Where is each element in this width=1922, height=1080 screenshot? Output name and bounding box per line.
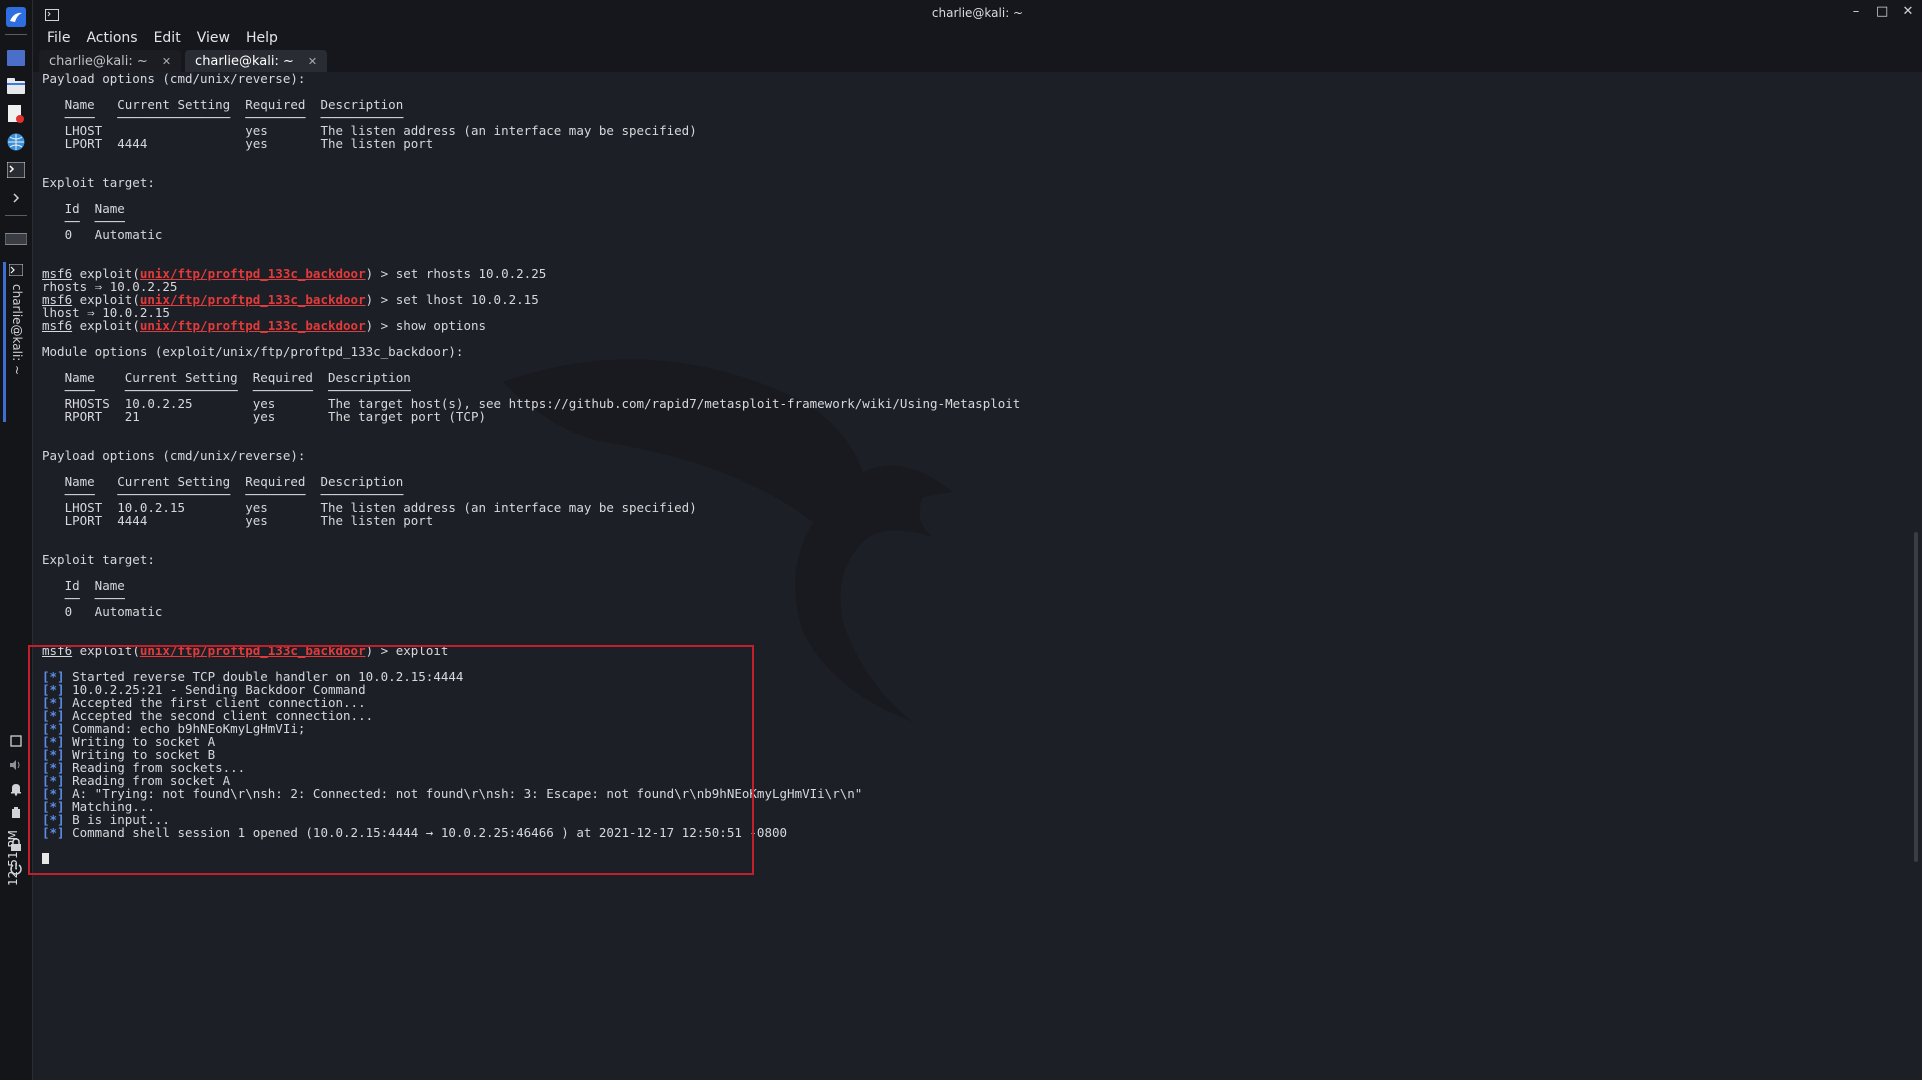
terminal-line: RPORT 21 yes The target port (TCP): [42, 409, 487, 424]
expand-chevron-icon[interactable]: [5, 187, 27, 209]
window-titlebar: charlie@kali: ~ – □ ✕: [33, 0, 1922, 26]
workspace-switcher[interactable]: [5, 228, 27, 250]
menu-view[interactable]: View: [197, 30, 230, 46]
menu-file[interactable]: File: [47, 30, 70, 46]
terminal-line: Id Name: [42, 201, 125, 216]
terminal-line: Exploit target:: [42, 175, 155, 190]
battery-icon[interactable]: [5, 802, 27, 824]
terminal-line: 0 Automatic: [42, 604, 163, 619]
tab-terminal-2[interactable]: charlie@kali: ~ ✕: [185, 50, 328, 72]
terminal-line: Id Name: [42, 578, 125, 593]
window-title: charlie@kali: ~: [931, 6, 1024, 20]
terminal-icon[interactable]: [5, 159, 27, 181]
highlight-box: [28, 645, 754, 875]
terminal-line: ── ────: [42, 214, 125, 229]
display-icon[interactable]: [5, 730, 27, 752]
terminal-line: LPORT 4444 yes The listen port: [42, 513, 434, 528]
taskbar-item-label: charlie@kali: ~: [10, 284, 24, 376]
menu-bar: File Actions Edit View Help: [33, 26, 1922, 50]
menu-help[interactable]: Help: [246, 30, 278, 46]
bell-icon[interactable]: [5, 778, 27, 800]
terminal-icon: [9, 264, 23, 276]
terminal-icon: [45, 6, 59, 25]
terminal-line: Module options (exploit/unix/ftp/proftpd…: [42, 344, 464, 359]
taskbar-item-terminal[interactable]: charlie@kali: ~: [3, 262, 29, 422]
terminal-line: ── ────: [42, 591, 125, 606]
terminal-line: LPORT 4444 yes The listen port: [42, 136, 434, 151]
menu-actions[interactable]: Actions: [86, 30, 137, 46]
volume-icon[interactable]: [5, 754, 27, 776]
terminal-line: msf6 exploit(unix/ftp/proftpd_133c_backd…: [42, 266, 547, 281]
terminal-line: 0 Automatic: [42, 227, 163, 242]
maximize-button[interactable]: □: [1876, 4, 1888, 20]
kali-menu-icon[interactable]: [5, 6, 27, 28]
text-editor-icon[interactable]: [5, 103, 27, 125]
file-manager-icon[interactable]: [5, 75, 27, 97]
tab-close-icon[interactable]: ✕: [162, 55, 171, 68]
close-button[interactable]: ✕: [1902, 4, 1914, 20]
panel-separator: [5, 215, 27, 216]
terminal-line: Payload options (cmd/unix/reverse):: [42, 448, 306, 463]
tab-close-icon[interactable]: ✕: [308, 55, 317, 68]
lock-icon[interactable]: [5, 834, 27, 856]
browser-icon[interactable]: [5, 131, 27, 153]
terminal-line: Payload options (cmd/unix/reverse):: [42, 72, 306, 86]
menu-edit[interactable]: Edit: [154, 30, 181, 46]
side-panel: charlie@kali: ~ 12:51 PM: [0, 0, 33, 1080]
workspace-icon[interactable]: [5, 47, 27, 69]
panel-separator: [5, 34, 27, 35]
terminal-output[interactable]: Payload options (cmd/unix/reverse): Name…: [33, 72, 1922, 1080]
terminal-line: Exploit target:: [42, 552, 155, 567]
minimize-button[interactable]: –: [1850, 4, 1862, 20]
terminal-line: msf6 exploit(unix/ftp/proftpd_133c_backd…: [42, 318, 487, 333]
terminal-line: msf6 exploit(unix/ftp/proftpd_133c_backd…: [42, 292, 539, 307]
tab-terminal-1[interactable]: charlie@kali: ~ ✕: [39, 50, 182, 72]
scrollbar[interactable]: [1914, 532, 1918, 862]
tab-label: charlie@kali: ~: [195, 53, 294, 69]
tab-label: charlie@kali: ~: [49, 53, 148, 69]
tab-bar: charlie@kali: ~ ✕ charlie@kali: ~ ✕: [33, 50, 1922, 72]
power-icon[interactable]: [5, 858, 27, 880]
